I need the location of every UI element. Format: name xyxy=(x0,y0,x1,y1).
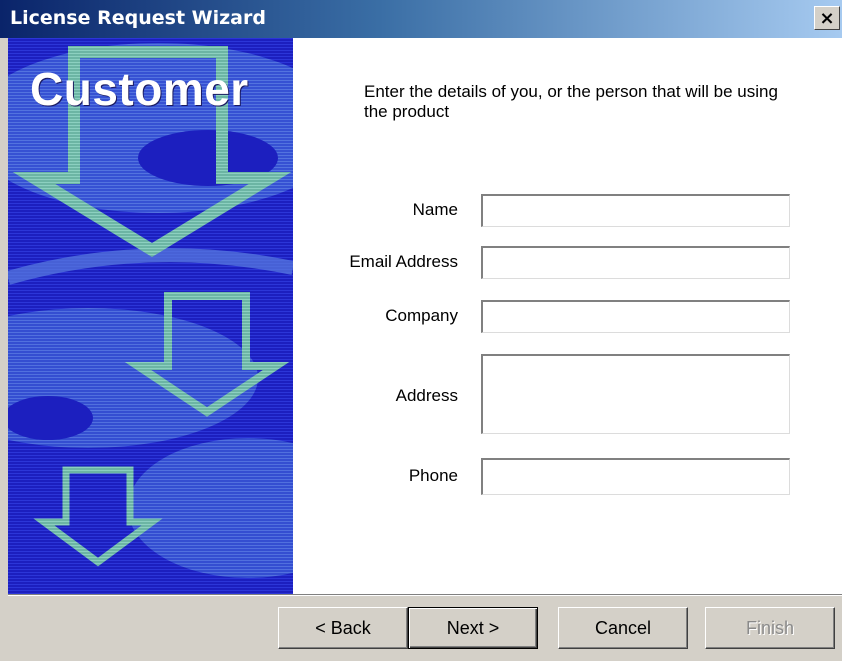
phone-label: Phone xyxy=(408,466,458,485)
banner-title: Customer xyxy=(30,63,249,115)
back-button[interactable]: < Back xyxy=(278,607,408,649)
email-field[interactable] xyxy=(481,246,790,279)
wizard-window: License Request Wizard × Customer Enter … xyxy=(0,0,842,661)
wizard-content: Customer Enter the details of you, or th… xyxy=(8,38,842,594)
address-label: Address xyxy=(395,386,458,405)
name-label: Name xyxy=(412,200,458,219)
name-field[interactable] xyxy=(481,194,790,227)
banner-artwork xyxy=(8,38,293,594)
email-label: Email Address xyxy=(349,252,458,271)
cancel-button[interactable]: Cancel xyxy=(558,607,688,649)
button-bar-separator xyxy=(8,594,842,596)
company-field[interactable] xyxy=(481,300,790,333)
customer-banner-image: Customer xyxy=(8,38,293,594)
phone-field[interactable] xyxy=(481,458,790,495)
company-label: Company xyxy=(385,306,458,325)
instruction-text: Enter the details of you, or the person … xyxy=(364,82,778,121)
finish-button[interactable]: Finish xyxy=(705,607,835,649)
close-button[interactable]: × xyxy=(814,6,840,30)
close-icon: × xyxy=(819,7,835,29)
address-field[interactable] xyxy=(481,354,790,434)
next-button[interactable]: Next > xyxy=(408,607,538,649)
title-bar[interactable]: License Request Wizard × xyxy=(0,0,842,38)
window-title: License Request Wizard xyxy=(10,7,266,29)
